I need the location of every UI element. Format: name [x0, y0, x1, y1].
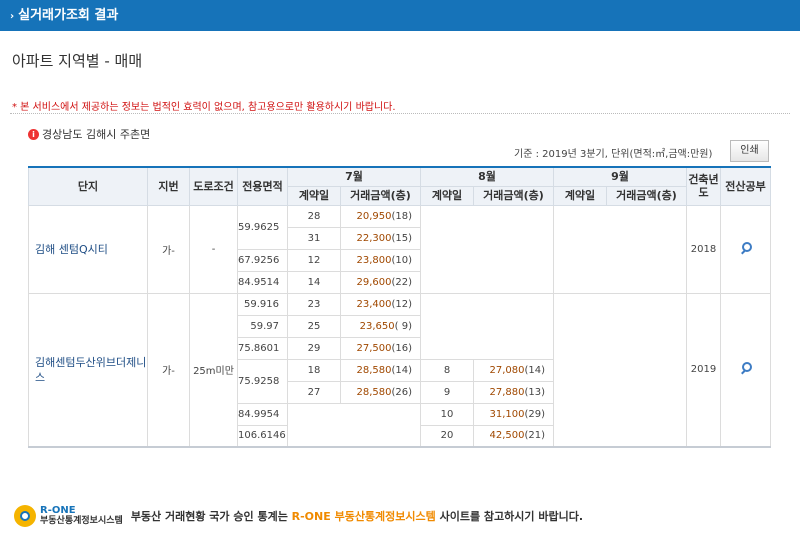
price-cell: 23,650( 9): [340, 314, 421, 338]
built-year-cell: 2019: [686, 292, 721, 448]
built-year-cell: 2018: [686, 204, 721, 294]
day-cell: 9: [420, 380, 474, 404]
footer-msg-pre: 부동산 거래현황 국가 승인 통계는: [130, 510, 292, 523]
info-icon: i: [28, 128, 39, 140]
road-cell: -: [189, 204, 238, 294]
result-titlebar: › 실거래가조회 결과: [0, 0, 800, 31]
header-lot: 지번: [147, 166, 190, 206]
price-cell: 31,100(29): [473, 402, 554, 426]
day-cell: 12: [287, 248, 341, 272]
register-cell: [720, 204, 771, 294]
day-cell: 25: [287, 314, 341, 338]
price-cell: 29,600(22): [340, 270, 421, 294]
complex-name: 김해 센텀Q시티: [28, 204, 148, 294]
price-cell: 23,800(10): [340, 248, 421, 272]
empty-month-cell: [420, 204, 554, 294]
disclaimer-notice: * 본 서비스에서 제공하는 정보는 법적인 효력이 없으며, 참고용으로만 활…: [12, 102, 396, 113]
header-amount: 거래금액(층): [340, 185, 421, 206]
register-cell: [720, 292, 771, 448]
day-cell: 14: [287, 270, 341, 294]
print-button[interactable]: 인쇄: [730, 140, 769, 162]
day-cell: 23: [287, 292, 341, 316]
r-one-logo-icon: [14, 505, 36, 527]
price-cell: 27,080(14): [473, 358, 554, 382]
lot-cell: 가-: [147, 292, 190, 448]
header-month-8: 8월: [420, 166, 554, 187]
header-amount: 거래금액(층): [606, 185, 687, 206]
day-cell: 10: [420, 402, 474, 426]
header-area: 전용면적: [237, 166, 288, 206]
area-cell: 75.8601: [237, 336, 288, 360]
region-label: i 경상남도 김해시 주촌면: [28, 126, 150, 142]
area-cell: 106.6146: [237, 424, 288, 448]
lot-cell: 가-: [147, 204, 190, 294]
criteria-text: 기준 : 2019년 3분기, 단위(면적:㎡,금액:만원): [514, 149, 713, 160]
area-cell: 84.9954: [237, 402, 288, 426]
footer-message: 부동산 거래현황 국가 승인 통계는 R-ONE 부동산통계정보시스템 사이트를…: [131, 508, 583, 524]
price-cell: 28,580(14): [340, 358, 421, 382]
day-cell: 31: [287, 226, 341, 250]
logo-bottom-text: 부동산통계정보시스템: [40, 516, 123, 526]
day-cell: 20: [420, 424, 474, 448]
magnifier-icon[interactable]: [740, 362, 752, 374]
empty-month-cell: [553, 292, 687, 448]
header-complex: 단지: [28, 166, 148, 206]
empty-month-cell: [287, 402, 421, 448]
price-cell: 27,500(16): [340, 336, 421, 360]
header-month-9: 9월: [553, 166, 687, 187]
price-cell: 42,500(21): [473, 424, 554, 448]
day-cell: 29: [287, 336, 341, 360]
magnifier-icon[interactable]: [740, 241, 752, 254]
day-cell: 18: [287, 358, 341, 382]
area-cell: 59.97: [237, 314, 288, 338]
day-cell: 28: [287, 204, 341, 228]
region-text: 경상남도 김해시 주촌면: [42, 128, 151, 141]
area-cell: 84.9514: [237, 270, 288, 294]
table-row: 김해 센텀Q시티 가- - 59.9625 28 20,950(18) 2018: [28, 204, 771, 294]
empty-month-cell: [420, 292, 554, 360]
r-one-logo[interactable]: R-ONE 부동산통계정보시스템: [40, 505, 123, 527]
road-cell: 25m미만: [189, 292, 238, 448]
header-built-year: 건축년도: [686, 166, 721, 206]
footer: R-ONE 부동산통계정보시스템 부동산 거래현황 국가 승인 통계는 R-ON…: [14, 505, 583, 527]
header-amount: 거래금액(층): [473, 185, 554, 206]
header-month-7: 7월: [287, 166, 421, 187]
chevron-right-icon: ›: [10, 11, 15, 22]
table-row: 김해센텀두산위브더제니스 가- 25m미만 59.916 23 23,400(1…: [28, 292, 771, 448]
area-cell: 59.916: [237, 292, 288, 316]
result-title: 실거래가조회 결과: [18, 8, 119, 23]
day-cell: 8: [420, 358, 474, 382]
footer-msg-highlight[interactable]: R-ONE 부동산통계정보시스템: [292, 510, 436, 523]
header-register: 전산공부: [720, 166, 771, 206]
header-contract-day: 계약일: [553, 185, 607, 206]
day-cell: 27: [287, 380, 341, 404]
divider: [10, 113, 790, 114]
price-cell: 27,880(13): [473, 380, 554, 404]
footer-msg-post: 사이트를 참고하시기 바랍니다.: [435, 510, 584, 523]
header-road: 도로조건: [189, 166, 238, 206]
area-cell: 75.9258: [237, 358, 288, 404]
price-cell: 23,400(12): [340, 292, 421, 316]
area-cell: 59.9625: [237, 204, 288, 250]
price-cell: 22,300(15): [340, 226, 421, 250]
price-cell: 20,950(18): [340, 204, 421, 228]
empty-month-cell: [553, 204, 687, 294]
area-cell: 67.9256: [237, 248, 288, 272]
header-contract-day: 계약일: [420, 185, 474, 206]
page-title: 아파트 지역별 - 매매: [12, 52, 143, 70]
complex-name: 김해센텀두산위브더제니스: [28, 292, 148, 448]
header-contract-day: 계약일: [287, 185, 341, 206]
logo-top-text: R-ONE: [40, 505, 76, 516]
transaction-table: 단지 지번 도로조건 전용면적 7월 8월 9월 건축년도 전산공부 계약일 거…: [28, 166, 771, 448]
price-cell: 28,580(26): [340, 380, 421, 404]
